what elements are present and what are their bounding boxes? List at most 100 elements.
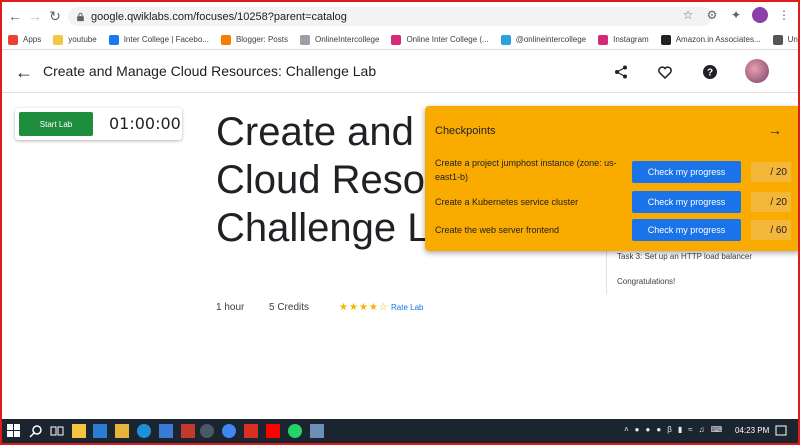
bookmark-item[interactable]: Amazon.in Associates... (660, 34, 761, 45)
back-arrow-icon[interactable]: ← (14, 62, 34, 82)
bookmark-label: Unity - Manual: Unity... (787, 35, 798, 44)
share-icon[interactable] (611, 62, 631, 82)
page-icon (299, 34, 310, 45)
notifications-icon[interactable] (774, 424, 788, 438)
star-icon[interactable]: ★ (349, 302, 359, 313)
bookmark-item[interactable]: Online Inter College (... (391, 34, 489, 45)
bookmark-item[interactable]: Unity - Manual: Unity... (772, 34, 798, 45)
check-progress-button[interactable]: Check my progress (632, 161, 741, 183)
user-avatar[interactable] (745, 59, 769, 83)
checkpoint-label: Create a Kubernetes service cluster (435, 197, 579, 207)
task-outline-item[interactable]: Task 3: Set up an HTTP load balancer (617, 252, 752, 261)
bookmark-label: OnlineIntercollege (314, 35, 380, 44)
task-outline-item[interactable]: Congratulations! (617, 277, 675, 286)
bluetooth-icon[interactable]: β (667, 425, 672, 434)
bookmark-label: Instagram (613, 35, 649, 44)
youtube-icon[interactable] (266, 424, 280, 438)
instagram-icon (598, 34, 609, 45)
volume-icon[interactable]: ♫ (699, 425, 705, 434)
back-icon[interactable]: ← (4, 5, 26, 27)
battery-icon[interactable]: ▮ (678, 425, 682, 434)
bookmark-label: @onlineintercollege (515, 35, 587, 44)
system-tray: ˄ ● ● ● β ▮ ≈ ♫ ⌨ (624, 425, 722, 434)
bookmark-label: Apps (23, 35, 42, 44)
bookmarks-bar: Apps youtube Inter College | Facebo... Blog… (2, 30, 798, 50)
address-bar[interactable]: google.qwiklabs.com/focuses/10258?parent… (68, 7, 712, 26)
language-icon[interactable]: ⌨ (711, 425, 723, 434)
page-title: Create and Manage Cloud Resources: Chall… (43, 63, 377, 79)
page-header: ← Create and Manage Cloud Resources: Cha… (2, 51, 798, 93)
checkpoints-panel: Checkpoints → Create a project jumphost … (425, 106, 798, 251)
app-icon[interactable] (93, 424, 107, 438)
forward-icon[interactable]: → (24, 5, 46, 27)
heart-icon[interactable] (655, 62, 675, 82)
app-icon[interactable] (181, 424, 195, 438)
bookmark-label: Amazon.in Associates... (675, 35, 761, 44)
task-view-icon[interactable] (50, 424, 64, 438)
arrow-right-icon[interactable]: → (768, 122, 782, 138)
star-bookmark-icon[interactable]: ☆ (680, 7, 696, 23)
bookmark-label: youtube (68, 35, 97, 44)
check-progress-button[interactable]: Check my progress (632, 191, 741, 213)
tray-app-icon[interactable]: ● (635, 425, 640, 434)
unity-icon (772, 34, 783, 45)
bookmark-item[interactable]: OnlineIntercollege (299, 34, 380, 45)
whatsapp-icon[interactable] (288, 424, 302, 438)
bookmark-label: Inter College | Facebo... (123, 35, 209, 44)
svg-text:?: ? (707, 68, 713, 79)
mail-icon[interactable] (159, 424, 173, 438)
search-icon[interactable] (29, 424, 43, 438)
telegram-icon (500, 34, 511, 45)
facebook-icon (108, 34, 119, 45)
store-icon[interactable] (72, 424, 86, 438)
checkpoint-label: Create a project jumphost instance (zone… (435, 158, 617, 182)
puzzle-icon[interactable]: ✦ (728, 7, 744, 23)
star-icon[interactable]: ☆ (379, 302, 389, 313)
star-icon[interactable]: ★ (339, 302, 349, 313)
chevron-up-icon[interactable]: ˄ (624, 425, 629, 434)
bookmark-item[interactable]: Inter College | Facebo... (108, 34, 209, 45)
screenshot-frame: ← → ↻ google.qwiklabs.com/focuses/10258?… (0, 0, 800, 445)
windows-start-icon[interactable] (7, 424, 21, 438)
clock-time: 04:23 PM (735, 426, 770, 435)
wifi-icon[interactable]: ≈ (688, 425, 692, 434)
start-lab-button[interactable]: Start Lab (19, 112, 93, 136)
lab-control-card: Start Lab 01:00:00 (15, 108, 182, 140)
tray-app-icon[interactable]: ● (646, 425, 651, 434)
lab-duration: 1 hour (216, 302, 245, 313)
chrome-active-icon[interactable] (200, 424, 214, 438)
star-icon[interactable]: ★ (359, 302, 369, 313)
blogger-icon (220, 34, 231, 45)
edge-icon[interactable] (137, 424, 151, 438)
checkpoints-title: Checkpoints (435, 125, 496, 137)
tray-app-icon[interactable]: ● (656, 425, 661, 434)
bookmark-item[interactable]: Apps (8, 34, 42, 45)
checkpoint-label: Create the web server frontend (435, 225, 560, 235)
rate-lab-link[interactable]: Rate Lab (391, 303, 423, 312)
bookmark-item[interactable]: @onlineintercollege (500, 34, 587, 45)
bookmark-item[interactable]: Instagram (598, 34, 649, 45)
chrome-icon[interactable] (222, 424, 236, 438)
reload-icon[interactable]: ↻ (44, 5, 66, 27)
bookmark-label: Blogger: Posts (235, 35, 288, 44)
app-icon[interactable] (310, 424, 324, 438)
rating-stars: ★★★★☆ (339, 302, 389, 313)
profile-avatar[interactable] (752, 7, 768, 23)
amazon-icon (660, 34, 671, 45)
folder-icon (53, 34, 64, 45)
extension-icon[interactable]: ⚙ (704, 7, 720, 23)
apps-grid-icon (8, 34, 18, 45)
bookmark-label: Online Inter College (... (406, 35, 489, 44)
check-progress-button[interactable]: Check my progress (632, 219, 741, 241)
lab-timer: 01:00:00 (109, 114, 181, 133)
bookmark-item[interactable]: youtube (53, 34, 97, 45)
help-icon[interactable]: ? (700, 62, 720, 82)
browser-toolbar: ← → ↻ google.qwiklabs.com/focuses/10258?… (2, 2, 798, 30)
menu-dots-icon[interactable]: ⋮ (776, 7, 792, 23)
star-icon[interactable]: ★ (369, 302, 379, 313)
file-explorer-icon[interactable] (115, 424, 129, 438)
bookmark-item[interactable]: Blogger: Posts (220, 34, 288, 45)
acrobat-icon[interactable] (244, 424, 258, 438)
lab-credits: 5 Credits (269, 302, 310, 313)
windows-taskbar: ˄ ● ● ● β ▮ ≈ ♫ ⌨ 04:23 PM (2, 419, 798, 443)
